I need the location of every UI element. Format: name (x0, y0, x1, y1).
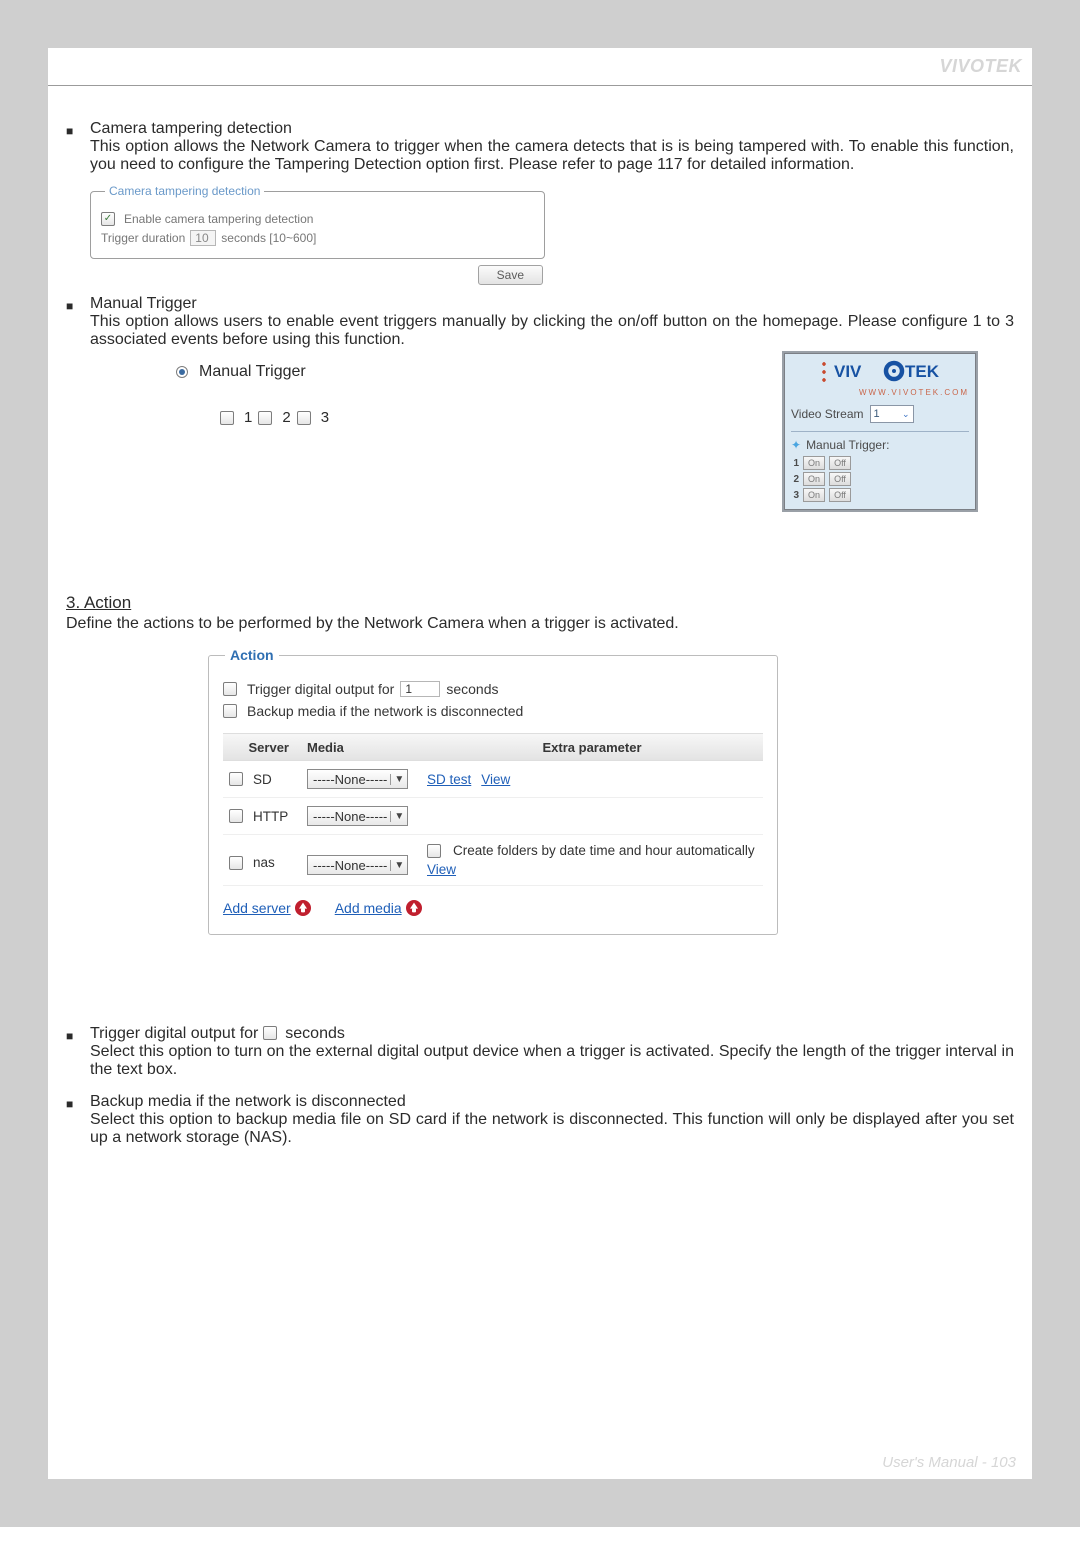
action-heading: 3. Action (66, 593, 1014, 613)
mt3-off-button[interactable]: Off (829, 488, 851, 502)
mt-cb-1-label: 1 (244, 409, 252, 426)
col-media: Media (301, 740, 421, 755)
sparkle-icon: ✦ (791, 438, 801, 452)
bullet-icon: ■ (66, 1093, 90, 1147)
svg-text:TEK: TEK (905, 362, 940, 381)
page-footer: User's Manual - 103 (882, 1454, 1016, 1471)
tampering-body: This option allows the Network Camera to… (90, 138, 1014, 174)
sd-label: SD (253, 772, 272, 787)
enable-tampering-label: Enable camera tampering detection (124, 212, 313, 226)
sd-media-select[interactable]: -----None----- ▼ (307, 769, 408, 789)
nas-create-folders-checkbox[interactable] (427, 844, 441, 858)
panel-mt-label: Manual Trigger: (806, 438, 889, 452)
sd-checkbox[interactable] (229, 772, 243, 786)
trigger-output-title-prefix: Trigger digital output for (90, 1025, 263, 1042)
trigger-output-seconds-input[interactable]: 1 (400, 681, 440, 697)
nas-create-folders-label: Create folders by date time and hour aut… (453, 843, 755, 858)
brand-header: VIVOTEK (48, 48, 1032, 85)
add-server-link[interactable]: Add server (223, 900, 291, 916)
action-row-nas: nas -----None----- ▼ Create folders by (223, 835, 763, 886)
trigger-duration-input[interactable]: 10 (190, 230, 216, 246)
http-label: HTTP (253, 809, 288, 824)
chevron-down-icon: ▼ (390, 811, 404, 822)
nas-label: nas (253, 855, 275, 870)
manual-trigger-radio[interactable] (176, 366, 188, 378)
nas-checkbox[interactable] (229, 856, 243, 870)
http-media-value: -----None----- (313, 809, 387, 824)
manual-trigger-body: This option allows users to enable event… (90, 313, 1014, 349)
divider (48, 85, 1032, 86)
action-lead: Define the actions to be performed by th… (66, 615, 1014, 633)
video-stream-select[interactable]: 1 ⌄ (870, 405, 914, 423)
manual-trigger-title: Manual Trigger (90, 295, 1014, 313)
panel-mt-row-3: 3 On Off (791, 488, 969, 502)
trigger-output-prefix: Trigger digital output for (247, 681, 394, 697)
svg-text:VIV: VIV (834, 362, 862, 381)
action-legend: Action (225, 647, 279, 663)
trigger-output-desc: Select this option to turn on the extern… (90, 1043, 1014, 1079)
mt1-off-button[interactable]: Off (829, 456, 851, 470)
trigger-duration-unit: seconds [10~600] (221, 231, 316, 245)
mt-cb-2[interactable] (258, 411, 272, 425)
trigger-duration-label: Trigger duration (101, 231, 185, 245)
chevron-down-icon: ⌄ (902, 409, 910, 420)
http-media-select[interactable]: -----None----- ▼ (307, 806, 408, 826)
sd-test-link[interactable]: SD test (427, 772, 471, 787)
mt1-on-button[interactable]: On (803, 456, 825, 470)
trigger-output-checkbox[interactable] (223, 682, 237, 696)
bullet-icon: ■ (66, 120, 90, 174)
footer-page: 103 (991, 1454, 1016, 1471)
mt-cb-2-label: 2 (282, 409, 290, 426)
mt-row-num: 1 (791, 458, 799, 469)
trigger-output-suffix: seconds (446, 681, 498, 697)
manual-trigger-radio-label: Manual Trigger (199, 363, 306, 381)
backup-media-label: Backup media if the network is disconnec… (247, 703, 523, 719)
panel-mt-row-1: 1 On Off (791, 456, 969, 470)
save-button[interactable]: Save (478, 265, 543, 285)
backup-media-checkbox[interactable] (223, 704, 237, 718)
panel-mt-row-2: 2 On Off (791, 472, 969, 486)
action-row-http: HTTP -----None----- ▼ (223, 798, 763, 835)
bullet-icon: ■ (66, 295, 90, 349)
vivotek-url: WWW.VIVOTEK.COM (791, 389, 969, 397)
bullet-icon: ■ (66, 1025, 90, 1079)
chevron-down-icon: ▼ (390, 860, 404, 871)
tampering-legend: Camera tampering detection (105, 184, 264, 198)
mt2-off-button[interactable]: Off (829, 472, 851, 486)
http-checkbox[interactable] (229, 809, 243, 823)
backup-media-desc: Select this option to backup media file … (90, 1111, 1014, 1147)
nas-media-select[interactable]: -----None----- ▼ (307, 855, 408, 875)
add-media-link[interactable]: Add media (335, 900, 402, 916)
chevron-down-icon: ▼ (390, 774, 404, 785)
tampering-fieldset: Camera tampering detection ✓ Enable came… (90, 184, 545, 259)
mt-cb-3[interactable] (297, 411, 311, 425)
nas-media-value: -----None----- (313, 858, 387, 873)
vivotek-logo: VIV TEK WWW.VIVOTEK.COM (791, 359, 969, 397)
add-server-icon[interactable] (295, 900, 311, 916)
mt3-on-button[interactable]: On (803, 488, 825, 502)
mt-row-num: 3 (791, 490, 799, 501)
mt2-on-button[interactable]: On (803, 472, 825, 486)
mt-cb-1[interactable] (220, 411, 234, 425)
trigger-output-inline-checkbox[interactable] (263, 1026, 277, 1040)
tampering-title: Camera tampering detection (90, 120, 1014, 138)
sd-media-value: -----None----- (313, 772, 387, 787)
video-stream-label: Video Stream (791, 407, 864, 421)
footer-label: User's Manual - (882, 1454, 991, 1471)
backup-media-title: Backup media if the network is disconnec… (90, 1093, 1014, 1111)
trigger-output-title-suffix: seconds (285, 1025, 345, 1042)
nas-view-link[interactable]: View (427, 862, 456, 877)
mt-cb-3-label: 3 (321, 409, 329, 426)
homepage-preview-panel: VIV TEK WWW.VIVOTEK.COM Video Stream 1 ⌄ (782, 351, 978, 512)
mt-row-num: 2 (791, 474, 799, 485)
add-media-icon[interactable] (406, 900, 422, 916)
action-fieldset: Action Trigger digital output for 1 seco… (208, 647, 778, 935)
sd-view-link[interactable]: View (481, 772, 510, 787)
enable-tampering-checkbox[interactable]: ✓ (101, 212, 115, 226)
action-table-header: Server Media Extra parameter (223, 733, 763, 761)
video-stream-value: 1 (874, 408, 880, 420)
col-server: Server (223, 740, 301, 755)
action-row-sd: SD -----None----- ▼ SD test View (223, 761, 763, 798)
col-extra: Extra parameter (421, 740, 763, 755)
